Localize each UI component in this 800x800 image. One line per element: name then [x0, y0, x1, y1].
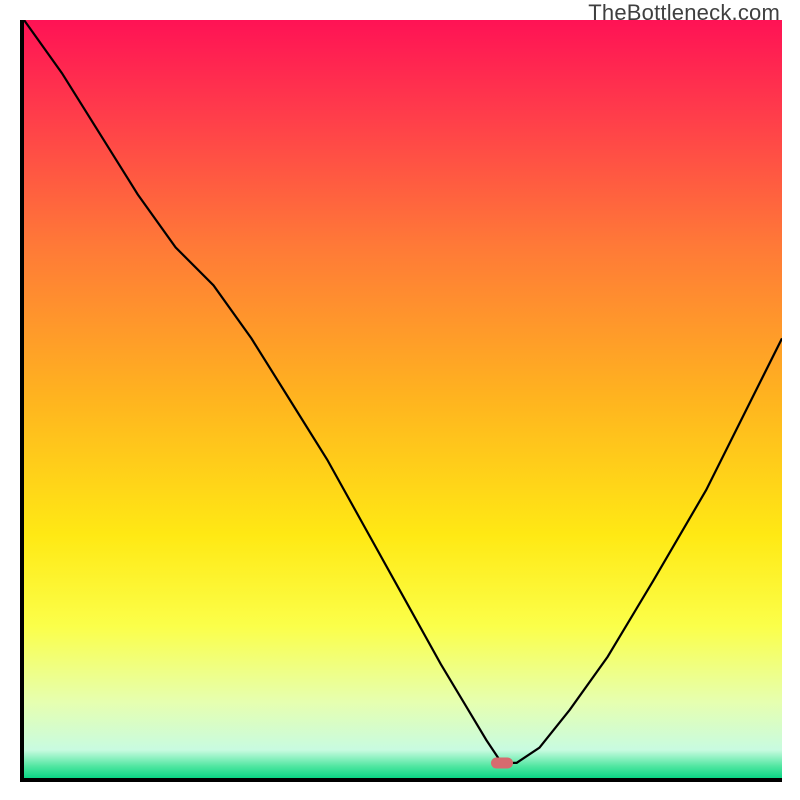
plot-area: [20, 20, 782, 782]
heat-gradient-background: [24, 20, 782, 778]
optimal-point-marker: [491, 757, 513, 768]
bottleneck-chart: TheBottleneck.com: [0, 0, 800, 800]
